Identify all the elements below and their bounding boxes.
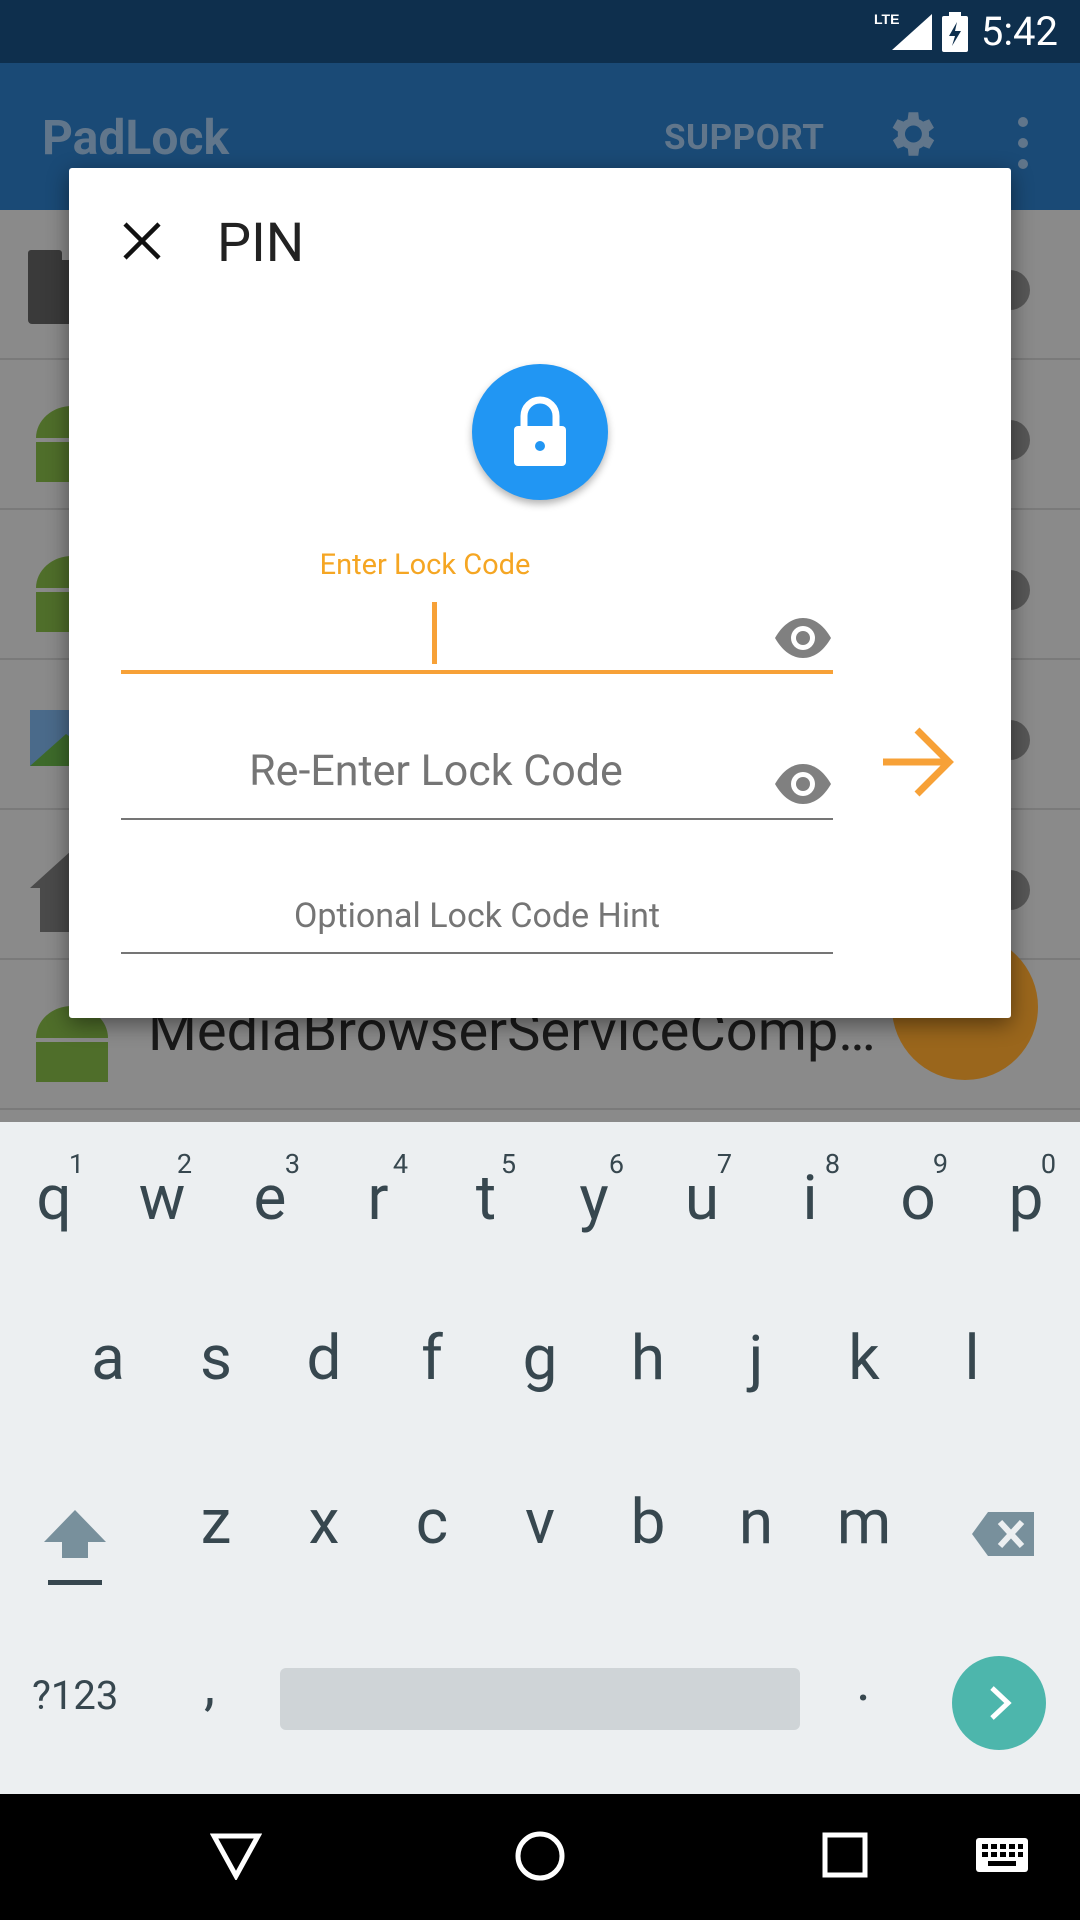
key-g[interactable]: g bbox=[492, 1322, 588, 1395]
enter-code-label: Enter Lock Code bbox=[319, 548, 531, 582]
symbols-key[interactable]: ?123 bbox=[32, 1672, 118, 1719]
period-key[interactable]: . bbox=[856, 1648, 871, 1714]
key-alt-digit: 7 bbox=[716, 1148, 732, 1180]
key-z[interactable]: z bbox=[168, 1486, 264, 1559]
settings-gear-icon[interactable] bbox=[882, 105, 940, 163]
soft-keyboard: q1w2e3r4t5y6u7i8o9p0 asdfghjkl zxcvbnm ?… bbox=[0, 1122, 1080, 1794]
key-b[interactable]: b bbox=[600, 1486, 696, 1559]
key-x[interactable]: x bbox=[276, 1486, 372, 1559]
key-alt-digit: 5 bbox=[500, 1148, 516, 1180]
key-alt-digit: 3 bbox=[284, 1148, 300, 1180]
dialog-title: PIN bbox=[217, 212, 305, 275]
key-label: p bbox=[1008, 1162, 1044, 1235]
key-c[interactable]: c bbox=[384, 1486, 480, 1559]
go-button[interactable] bbox=[952, 1656, 1046, 1750]
text-caret bbox=[432, 602, 437, 664]
key-y[interactable]: y6 bbox=[546, 1148, 642, 1235]
key-i[interactable]: i8 bbox=[762, 1148, 858, 1235]
chevron-right-icon bbox=[990, 1686, 1012, 1720]
enter-code-input[interactable] bbox=[121, 598, 833, 674]
key-f[interactable]: f bbox=[384, 1322, 480, 1395]
keyboard-switch-icon[interactable] bbox=[974, 1836, 1030, 1876]
hint-placeholder: Optional Lock Code Hint bbox=[294, 896, 660, 936]
reenter-code-input[interactable]: Re-Enter Lock Code bbox=[121, 726, 833, 820]
key-r[interactable]: r4 bbox=[330, 1148, 426, 1235]
key-h[interactable]: h bbox=[600, 1322, 696, 1395]
key-j[interactable]: j bbox=[708, 1322, 804, 1395]
key-a[interactable]: a bbox=[60, 1322, 156, 1395]
input-underline bbox=[121, 818, 833, 820]
key-s[interactable]: s bbox=[168, 1322, 264, 1395]
reenter-placeholder: Re-Enter Lock Code bbox=[249, 746, 623, 796]
svg-text:LTE: LTE bbox=[874, 11, 899, 27]
lock-badge bbox=[472, 364, 608, 500]
key-v[interactable]: v bbox=[492, 1486, 588, 1559]
lte-signal-icon: LTE bbox=[874, 11, 932, 50]
key-m[interactable]: m bbox=[816, 1486, 912, 1559]
key-k[interactable]: k bbox=[816, 1322, 912, 1395]
input-underline bbox=[121, 952, 833, 954]
lock-icon bbox=[514, 396, 566, 466]
key-p[interactable]: p0 bbox=[978, 1148, 1074, 1235]
status-bar: LTE 5:42 bbox=[0, 0, 1080, 63]
key-t[interactable]: t5 bbox=[438, 1148, 534, 1235]
status-time: 5:42 bbox=[980, 8, 1058, 55]
key-o[interactable]: o9 bbox=[870, 1148, 966, 1235]
back-icon[interactable] bbox=[210, 1832, 262, 1880]
key-label: t bbox=[475, 1162, 497, 1235]
key-alt-digit: 1 bbox=[68, 1148, 84, 1180]
show-code-eye-icon[interactable] bbox=[773, 616, 833, 660]
key-alt-digit: 2 bbox=[176, 1148, 192, 1180]
key-d[interactable]: d bbox=[276, 1322, 372, 1395]
key-u[interactable]: u7 bbox=[654, 1148, 750, 1235]
close-icon[interactable] bbox=[119, 218, 165, 264]
next-arrow-icon[interactable] bbox=[879, 724, 955, 800]
more-options-icon[interactable] bbox=[1008, 113, 1038, 173]
space-bar[interactable] bbox=[280, 1668, 800, 1730]
key-n[interactable]: n bbox=[708, 1486, 804, 1559]
hint-input[interactable]: Optional Lock Code Hint bbox=[121, 878, 833, 954]
key-e[interactable]: e3 bbox=[222, 1148, 318, 1235]
key-label: r bbox=[367, 1162, 389, 1235]
key-alt-digit: 4 bbox=[392, 1148, 408, 1180]
shift-icon[interactable] bbox=[42, 1506, 108, 1590]
key-label: i bbox=[802, 1162, 818, 1235]
navigation-bar bbox=[0, 1794, 1080, 1920]
pin-dialog: PIN Enter Lock Code Re-Enter Lock Code O… bbox=[69, 168, 1011, 1018]
key-label: q bbox=[36, 1162, 72, 1235]
support-button[interactable]: SUPPORT bbox=[664, 117, 824, 158]
comma-key[interactable]: , bbox=[204, 1652, 215, 1718]
key-label: u bbox=[684, 1162, 720, 1235]
backspace-icon[interactable] bbox=[972, 1510, 1036, 1558]
input-underline bbox=[121, 670, 833, 674]
key-label: o bbox=[900, 1162, 936, 1235]
key-q[interactable]: q1 bbox=[6, 1148, 102, 1235]
key-alt-digit: 8 bbox=[824, 1148, 840, 1180]
app-title: PadLock bbox=[42, 109, 230, 166]
key-label: y bbox=[579, 1162, 609, 1235]
key-alt-digit: 6 bbox=[608, 1148, 624, 1180]
key-label: e bbox=[253, 1162, 287, 1235]
recents-icon[interactable] bbox=[822, 1832, 868, 1878]
battery-icon bbox=[942, 12, 968, 52]
key-l[interactable]: l bbox=[924, 1322, 1020, 1395]
home-icon[interactable] bbox=[514, 1830, 566, 1882]
show-reenter-eye-icon[interactable] bbox=[773, 762, 833, 806]
key-w[interactable]: w2 bbox=[114, 1148, 210, 1235]
key-alt-digit: 0 bbox=[1040, 1148, 1056, 1180]
key-alt-digit: 9 bbox=[932, 1148, 948, 1180]
